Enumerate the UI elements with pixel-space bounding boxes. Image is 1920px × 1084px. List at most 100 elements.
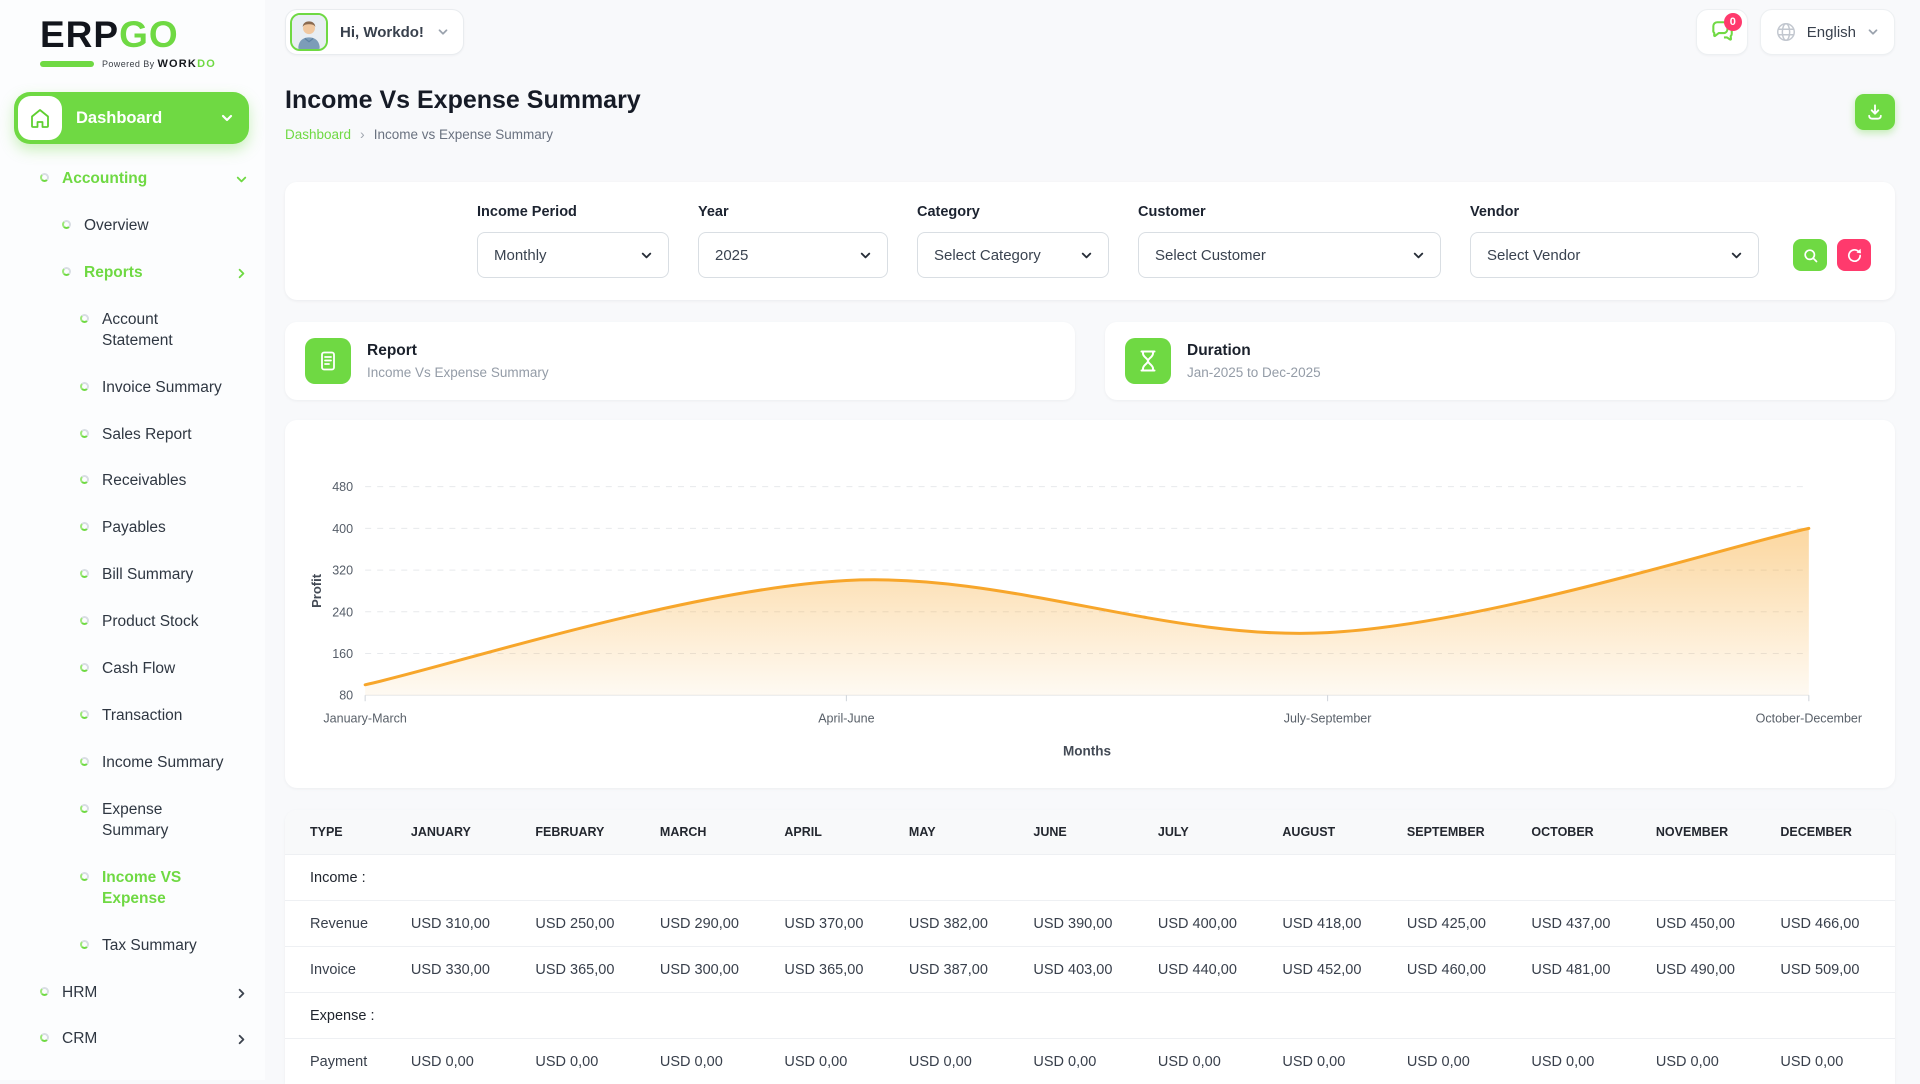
row-label: Payment — [285, 1039, 401, 1084]
category-select[interactable]: Select Category — [917, 232, 1109, 278]
chevron-right-icon — [234, 986, 249, 1001]
cell-value: USD 0,00 — [525, 1039, 650, 1084]
sidebar-item-label: Accounting — [62, 169, 147, 190]
sidebar-item-product-stock[interactable]: Product Stock — [0, 599, 265, 646]
cell-value: USD 460,00 — [1397, 947, 1522, 993]
filter-field-category: CategorySelect Category — [917, 204, 1109, 278]
topbar: Hi, Workdo! 0 English — [285, 8, 1895, 56]
sidebar-item-account-statement[interactable]: Account Statement — [0, 297, 265, 365]
sidebar: ERPGO Powered By WORKDO Dashboard Accoun… — [0, 0, 265, 1080]
breadcrumb: Dashboard › Income vs Expense Summary — [285, 126, 641, 142]
cell-value: USD 403,00 — [1023, 947, 1148, 993]
notifications-button[interactable]: 0 — [1696, 9, 1748, 55]
user-greeting: Hi, Workdo! — [340, 24, 424, 41]
sidebar-item-invoice-summary[interactable]: Invoice Summary — [0, 365, 265, 412]
vendor-select[interactable]: Select Vendor — [1470, 232, 1759, 278]
cell-value: USD 0,00 — [774, 1039, 899, 1084]
column-header: JUNE — [1023, 810, 1148, 855]
sidebar-item-payables[interactable]: Payables — [0, 505, 265, 552]
refresh-icon — [1846, 247, 1863, 264]
sidebar-item-label: Payables — [102, 518, 166, 539]
select-value: Select Category — [934, 247, 1041, 264]
chevron-down-icon — [1729, 248, 1744, 263]
cell-value: USD 0,00 — [1397, 1039, 1522, 1084]
filter-label: Year — [698, 204, 888, 220]
search-icon — [1802, 247, 1819, 264]
sidebar-item-label: Sales Report — [102, 425, 192, 446]
page-header: Income Vs Expense Summary Dashboard › In… — [285, 86, 1895, 142]
language-selector[interactable]: English — [1760, 9, 1895, 55]
column-header: JANUARY — [401, 810, 526, 855]
table-row: RevenueUSD 310,00USD 250,00USD 290,00USD… — [285, 901, 1895, 947]
cell-value: USD 418,00 — [1272, 901, 1397, 947]
sidebar-item-label: Tax Summary — [102, 936, 197, 957]
cell-value: USD 0,00 — [650, 1039, 775, 1084]
column-header: APRIL — [774, 810, 899, 855]
sidebar-item-sales-report[interactable]: Sales Report — [0, 412, 265, 459]
report-table: TYPEJANUARYFEBRUARYMARCHAPRILMAYJUNEJULY… — [285, 810, 1895, 1084]
cell-value: USD 0,00 — [1148, 1039, 1273, 1084]
search-button[interactable] — [1793, 239, 1827, 271]
duration-card: DurationJan-2025 to Dec-2025 — [1105, 322, 1895, 400]
sidebar-item-label: Product Stock — [102, 612, 199, 633]
filter-actions — [1793, 239, 1871, 271]
reset-button[interactable] — [1837, 239, 1871, 271]
download-button[interactable] — [1855, 94, 1895, 130]
cell-value: USD 330,00 — [401, 947, 526, 993]
sidebar-item-bill-summary[interactable]: Bill Summary — [0, 552, 265, 599]
sidebar-item-income-vs-expense[interactable]: Income VS Expense — [0, 855, 265, 923]
cell-value: USD 452,00 — [1272, 947, 1397, 993]
cell-value: USD 0,00 — [401, 1039, 526, 1084]
sidebar-item-dashboard[interactable]: Dashboard — [14, 92, 249, 144]
cell-value: USD 0,00 — [1023, 1039, 1148, 1084]
table-section-row: Income : — [285, 855, 1895, 901]
bullet-icon — [80, 710, 89, 719]
customer-select[interactable]: Select Customer — [1138, 232, 1441, 278]
filter-label: Income Period — [477, 204, 669, 220]
row-label: Invoice — [285, 947, 401, 993]
notification-badge: 0 — [1724, 13, 1742, 31]
sidebar-item-crm[interactable]: CRM — [0, 1016, 265, 1063]
cell-value: USD 365,00 — [774, 947, 899, 993]
select-value: Select Vendor — [1487, 247, 1580, 264]
bullet-icon — [80, 429, 89, 438]
bullet-icon — [80, 872, 89, 881]
sidebar-item-expense-summary[interactable]: Expense Summary — [0, 787, 265, 855]
cell-value: USD 0,00 — [899, 1039, 1024, 1084]
cell-value: USD 0,00 — [1646, 1039, 1771, 1084]
chevron-down-icon — [234, 172, 249, 187]
sidebar-item-receivables[interactable]: Receivables — [0, 458, 265, 505]
sidebar-item-overview[interactable]: Overview — [0, 203, 265, 250]
cell-value: USD 425,00 — [1397, 901, 1522, 947]
svg-text:January-March: January-March — [323, 711, 407, 725]
sidebar-item-tax-summary[interactable]: Tax Summary — [0, 923, 265, 970]
report-table-card: TYPEJANUARYFEBRUARYMARCHAPRILMAYJUNEJULY… — [285, 810, 1895, 1084]
sidebar-item-transaction[interactable]: Transaction — [0, 693, 265, 740]
download-icon — [1865, 102, 1885, 122]
chevron-down-icon — [1079, 248, 1094, 263]
table-row: InvoiceUSD 330,00USD 365,00USD 300,00USD… — [285, 947, 1895, 993]
year-select[interactable]: 2025 — [698, 232, 888, 278]
column-header: MARCH — [650, 810, 775, 855]
sidebar-item-cash-flow[interactable]: Cash Flow — [0, 646, 265, 693]
document-icon — [305, 338, 351, 384]
brand-logo[interactable]: ERPGO Powered By WORKDO — [0, 0, 265, 70]
sidebar-item-income-summary[interactable]: Income Summary — [0, 740, 265, 787]
svg-text:480: 480 — [332, 480, 353, 494]
bullet-icon — [80, 616, 89, 625]
table-header-row: TYPEJANUARYFEBRUARYMARCHAPRILMAYJUNEJULY… — [285, 810, 1895, 855]
column-header: OCTOBER — [1521, 810, 1646, 855]
column-header: TYPE — [285, 810, 401, 855]
cell-value: USD 509,00 — [1770, 947, 1895, 993]
main-content: Hi, Workdo! 0 English — [265, 0, 1920, 1080]
cell-value: USD 310,00 — [401, 901, 526, 947]
bullet-icon — [80, 569, 89, 578]
sidebar-item-reports[interactable]: Reports — [0, 250, 265, 297]
sidebar-item-accounting[interactable]: Accounting — [0, 156, 265, 203]
sidebar-item-label: CRM — [62, 1029, 97, 1050]
column-header: FEBRUARY — [525, 810, 650, 855]
sidebar-item-hrm[interactable]: HRM — [0, 970, 265, 1017]
user-menu[interactable]: Hi, Workdo! — [285, 9, 464, 55]
breadcrumb-dashboard-link[interactable]: Dashboard — [285, 127, 351, 142]
income-period-select[interactable]: Monthly — [477, 232, 669, 278]
